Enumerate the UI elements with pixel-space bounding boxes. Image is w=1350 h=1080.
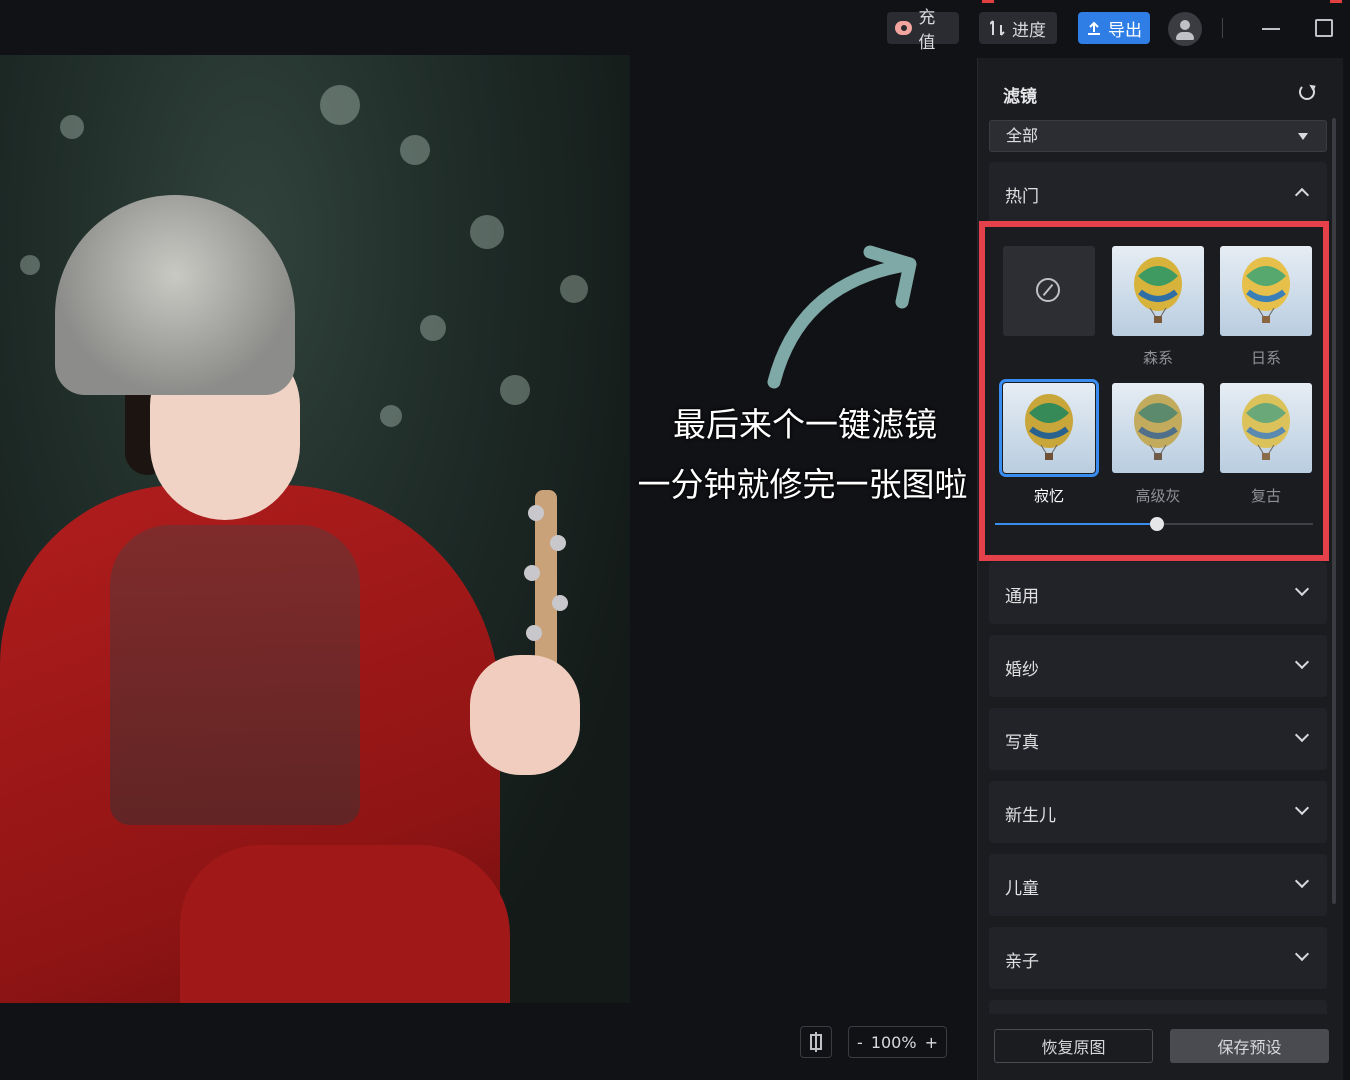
section-label: 亲子 (1005, 952, 1039, 972)
zoom-out-button[interactable]: - (857, 1033, 863, 1052)
zoom-in-button[interactable]: + (925, 1033, 938, 1052)
chevron-down-icon (1294, 946, 1310, 962)
chevron-down-icon (1294, 873, 1310, 889)
section-partial (989, 1000, 1327, 1014)
caption-line-1: 最后来个一键滤镜 (673, 405, 937, 444)
progress-icon (990, 20, 1005, 36)
recharge-icon (895, 21, 913, 35)
progress-label: 进度 (1012, 20, 1046, 41)
maximize-button[interactable] (1315, 19, 1333, 37)
export-button[interactable]: 导出 (1078, 12, 1150, 44)
progress-button[interactable]: 进度 (979, 12, 1057, 44)
caret-down-icon (1298, 133, 1308, 140)
section-label: 新生儿 (1005, 806, 1056, 826)
section-newborn[interactable]: 新生儿 (989, 781, 1327, 843)
zoom-control: - 100% + (848, 1026, 947, 1058)
zoom-level: 100% (870, 1032, 917, 1052)
divider (1222, 18, 1223, 38)
chevron-down-icon (1294, 727, 1310, 743)
chevron-up-icon (1294, 187, 1310, 203)
section-label: 通用 (1005, 587, 1039, 607)
panel-title: 滤镜 (1003, 87, 1037, 107)
section-general[interactable]: 通用 (989, 562, 1327, 624)
chevron-down-icon (1294, 581, 1310, 597)
section-label: 儿童 (1005, 879, 1039, 899)
caption-line-2: 一分钟就修完一张图啦 (637, 465, 968, 504)
figure-silver-headdress (55, 195, 295, 395)
annotation-arrow-icon (767, 245, 917, 389)
figure-hand (470, 655, 580, 775)
chevron-down-icon (1294, 654, 1310, 670)
section-label: 热门 (1005, 187, 1039, 207)
upload-icon (1088, 21, 1100, 35)
filter-panel: 滤镜 全部 热门 通用 婚纱 写真 新生儿 儿童 亲子 (977, 58, 1343, 1080)
photo-canvas[interactable] (0, 55, 630, 1003)
window-edge-marker (1330, 0, 1342, 3)
compare-button[interactable] (800, 1026, 832, 1058)
section-label: 写真 (1005, 733, 1039, 753)
figure-embroidered-vest (110, 525, 360, 825)
highlight-box (979, 221, 1329, 561)
recharge-button[interactable]: 充值 (887, 8, 959, 53)
minimize-button[interactable] (1262, 28, 1280, 30)
compare-icon (810, 1032, 822, 1052)
section-hot[interactable]: 热门 (989, 162, 1327, 224)
export-label: 导出 (1108, 20, 1142, 41)
section-children[interactable]: 儿童 (989, 854, 1327, 916)
section-portrait[interactable]: 写真 (989, 708, 1327, 770)
reset-icon[interactable] (1299, 84, 1315, 100)
recharge-label: 充值 (918, 8, 936, 53)
section-family[interactable]: 亲子 (989, 927, 1327, 989)
section-wedding[interactable]: 婚纱 (989, 635, 1327, 697)
figure-knee (180, 845, 510, 1003)
restore-original-button[interactable]: 恢复原图 (994, 1029, 1153, 1063)
save-preset-button[interactable]: 保存预设 (1170, 1029, 1329, 1063)
window-edge-marker (982, 0, 994, 3)
user-icon (1180, 20, 1190, 30)
user-avatar[interactable] (1168, 12, 1202, 46)
category-select-value: 全部 (1006, 126, 1039, 145)
title-bar: 充值 进度 导出 (0, 0, 1350, 56)
section-label: 婚纱 (1005, 660, 1039, 680)
scrollbar[interactable] (1332, 118, 1336, 904)
chevron-down-icon (1294, 800, 1310, 816)
category-select[interactable]: 全部 (989, 120, 1327, 152)
